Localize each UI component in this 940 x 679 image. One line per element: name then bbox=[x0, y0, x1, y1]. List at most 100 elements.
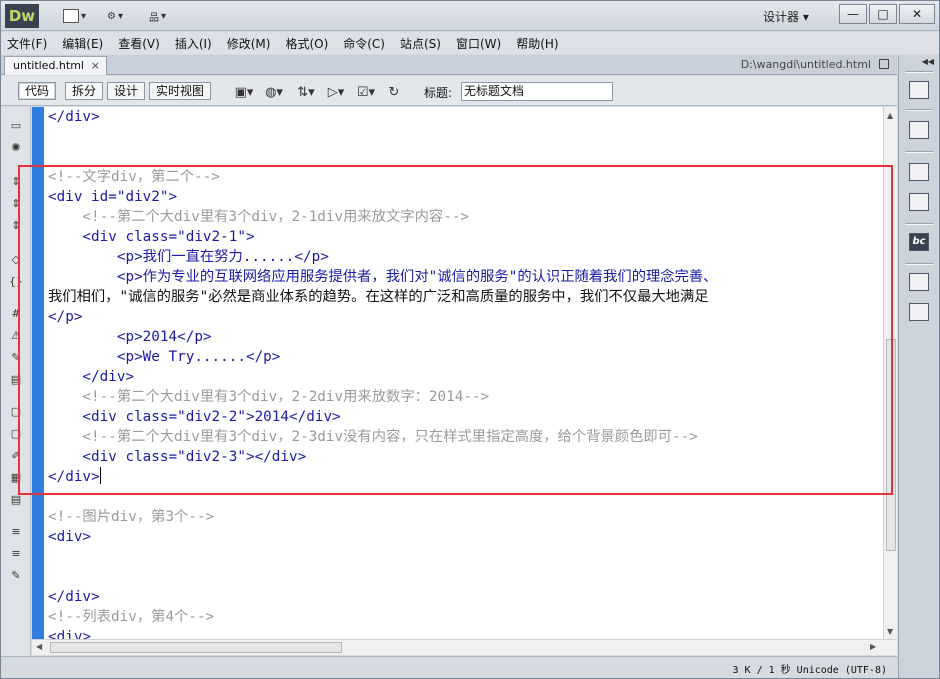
menu-bar: 文件(F) 编辑(E) 查看(V) 插入(I) 修改(M) 格式(O) 命令(C… bbox=[1, 32, 939, 54]
tag-inspector-panel-icon[interactable] bbox=[909, 193, 929, 211]
menu-window[interactable]: 窗口(W) bbox=[456, 35, 501, 52]
menu-site[interactable]: 站点(S) bbox=[400, 35, 441, 52]
business-catalyst-icon[interactable]: bc bbox=[909, 233, 929, 251]
workspace-switcher[interactable]: 设计器 ▾ bbox=[763, 8, 809, 25]
panel-dock: ◀◀ bc bbox=[898, 55, 939, 678]
menu-view[interactable]: 查看(V) bbox=[118, 35, 160, 52]
menu-help[interactable]: 帮助(H) bbox=[516, 35, 558, 52]
expand-all-icon[interactable]: ⇕ bbox=[9, 219, 23, 233]
code-line: <!--第二个大div里有3个div，2-2div用来放数字：2014--> bbox=[48, 389, 490, 405]
code-line-with-caret: </div> bbox=[48, 467, 101, 487]
maximize-button[interactable]: □ bbox=[869, 4, 897, 24]
restore-icon[interactable] bbox=[879, 59, 889, 69]
vertical-scrollbar[interactable]: ▲ ▼ bbox=[883, 107, 897, 639]
menu-format[interactable]: 格式(O) bbox=[285, 35, 328, 52]
code-line: </div> bbox=[48, 109, 100, 125]
code-line: <div class="div2-2">2014</div> bbox=[48, 409, 341, 425]
collapse-tag-icon[interactable]: ⇕ bbox=[9, 175, 23, 189]
coding-toolbar: ▭ ✺ ⇕ ⇕ ⇕ ◇ {} # ⚠ ✎ ▤ ▢ ▢ ✐ ▦ ▤ ≡ ≡ ✎ bbox=[1, 107, 31, 657]
status-bar: 3 K / 1 秒 Unicode (UTF-8) bbox=[1, 656, 897, 678]
scroll-right-icon[interactable]: ▶ bbox=[870, 642, 876, 651]
insert-panel-icon[interactable] bbox=[909, 81, 929, 99]
code-line: <div class="div2-3"></div> bbox=[48, 449, 307, 465]
panel-separator bbox=[905, 151, 933, 153]
menu-file[interactable]: 文件(F) bbox=[7, 35, 47, 52]
outdent-code-icon[interactable]: ≡ bbox=[9, 547, 23, 561]
files-panel-icon[interactable] bbox=[909, 273, 929, 291]
vertical-scroll-thumb[interactable] bbox=[886, 339, 896, 551]
document-title-input[interactable]: 无标题文档 bbox=[461, 82, 613, 101]
minimize-button[interactable]: — bbox=[839, 4, 867, 24]
panel-separator bbox=[905, 263, 933, 265]
layout-menu-icon[interactable]: ▾ bbox=[63, 8, 86, 24]
code-line: <div id="div2"> bbox=[48, 189, 178, 205]
document-tab[interactable]: untitled.html × bbox=[4, 56, 107, 75]
panel-separator bbox=[905, 223, 933, 225]
line-numbers-icon[interactable]: # bbox=[9, 307, 23, 321]
multiscreen-icon[interactable]: ▣▾ bbox=[233, 83, 255, 101]
validate-icon[interactable]: ☑▾ bbox=[355, 83, 377, 101]
code-line: <!--文字div，第二个--> bbox=[48, 169, 220, 185]
panel-separator bbox=[905, 109, 933, 111]
code-line: <!--图片div，第3个--> bbox=[48, 509, 215, 525]
check-browser-icon[interactable]: ▷▾ bbox=[325, 83, 347, 101]
code-line-text: </div> bbox=[48, 469, 100, 485]
file-management-icon[interactable]: ⇅▾ bbox=[295, 83, 317, 101]
select-parent-tag-icon[interactable]: ◇ bbox=[9, 253, 23, 267]
refresh-icon[interactable]: ↻ bbox=[383, 83, 405, 101]
code-line: <div> bbox=[48, 629, 92, 639]
menu-edit[interactable]: 编辑(E) bbox=[62, 35, 103, 52]
highlight-invalid-icon[interactable]: ⚠ bbox=[9, 329, 23, 343]
dreamweaver-window: Dw ▾ ⚙ ▾ 品 ▾ 设计器 ▾ — □ ✕ 文件(F) 编辑(E) 查看(V)… bbox=[0, 0, 940, 679]
apply-comment-icon[interactable]: ▢ bbox=[9, 405, 23, 419]
menu-modify[interactable]: 修改(M) bbox=[227, 35, 271, 52]
menu-insert[interactable]: 插入(I) bbox=[175, 35, 212, 52]
gear-icon[interactable]: ⚙ ▾ bbox=[107, 8, 123, 24]
chevron-down-icon: ▾ bbox=[802, 10, 809, 24]
document-tab-label: untitled.html bbox=[13, 59, 84, 72]
auto-indent-icon[interactable]: ▤ bbox=[9, 373, 23, 387]
indent-code-icon[interactable]: ≡ bbox=[9, 525, 23, 539]
code-gutter bbox=[32, 107, 44, 639]
scroll-left-icon[interactable]: ◀ bbox=[36, 642, 42, 651]
code-line: <p>我们一直在努力......</p> bbox=[48, 249, 329, 265]
live-view-button[interactable]: 实时视图 bbox=[149, 82, 212, 100]
code-line: <p>2014</p> bbox=[48, 329, 212, 345]
dreamweaver-logo: Dw bbox=[5, 4, 39, 28]
ap-elements-panel-icon[interactable] bbox=[909, 163, 929, 181]
wrap-tag-icon[interactable]: ✐ bbox=[9, 449, 23, 463]
assets-panel-icon[interactable] bbox=[909, 303, 929, 321]
horizontal-scrollbar[interactable]: ◀ ▶ bbox=[32, 639, 897, 655]
preview-browser-icon[interactable]: ◍▾ bbox=[263, 83, 285, 101]
title-label: 标题: bbox=[424, 86, 453, 100]
split-view-button[interactable]: 拆分 bbox=[65, 82, 104, 100]
scroll-up-icon[interactable]: ▲ bbox=[887, 111, 893, 120]
code-view-button[interactable]: 代码 bbox=[18, 82, 57, 100]
code-line: <div> bbox=[48, 529, 92, 545]
code-editor[interactable]: </div> <!--文字div，第二个--> <div id="div2"> … bbox=[44, 107, 883, 639]
close-button[interactable]: ✕ bbox=[899, 4, 935, 24]
workspace-label: 设计器 bbox=[763, 10, 800, 24]
balance-braces-icon[interactable]: {} bbox=[9, 275, 23, 289]
open-documents-icon[interactable]: ▭ bbox=[9, 119, 23, 133]
site-map-icon[interactable]: 品 ▾ bbox=[149, 8, 166, 24]
move-css-icon[interactable]: ▤ bbox=[9, 493, 23, 507]
code-line: 我们相们，"诚信的服务"必然是商业体系的趋势。在这样的广泛和高质量的服务中，我们… bbox=[48, 289, 709, 305]
expand-panels-icon[interactable]: ◀◀ bbox=[899, 57, 940, 67]
recent-snippets-icon[interactable]: ▦ bbox=[9, 471, 23, 485]
close-tab-icon[interactable]: × bbox=[91, 57, 100, 75]
menu-commands[interactable]: 命令(C) bbox=[343, 35, 385, 52]
code-line: </div> bbox=[48, 589, 100, 605]
design-view-button[interactable]: 设计 bbox=[107, 82, 146, 100]
scroll-down-icon[interactable]: ▼ bbox=[887, 627, 893, 636]
show-code-navigator-icon[interactable]: ✺ bbox=[9, 141, 23, 155]
horizontal-scroll-thumb[interactable] bbox=[50, 642, 342, 653]
collapse-selection-icon[interactable]: ⇕ bbox=[9, 197, 23, 211]
document-path: D:\wangdi\untitled.html bbox=[740, 58, 871, 71]
syntax-coloring-icon[interactable]: ✎ bbox=[9, 351, 23, 365]
remove-comment-icon[interactable]: ▢ bbox=[9, 427, 23, 441]
text-caret bbox=[99, 467, 101, 484]
css-styles-panel-icon[interactable] bbox=[909, 121, 929, 139]
code-line: <!--第二个大div里有3个div，2-3div没有内容，只在样式里指定高度，… bbox=[48, 429, 698, 445]
format-source-icon[interactable]: ✎ bbox=[9, 569, 23, 583]
